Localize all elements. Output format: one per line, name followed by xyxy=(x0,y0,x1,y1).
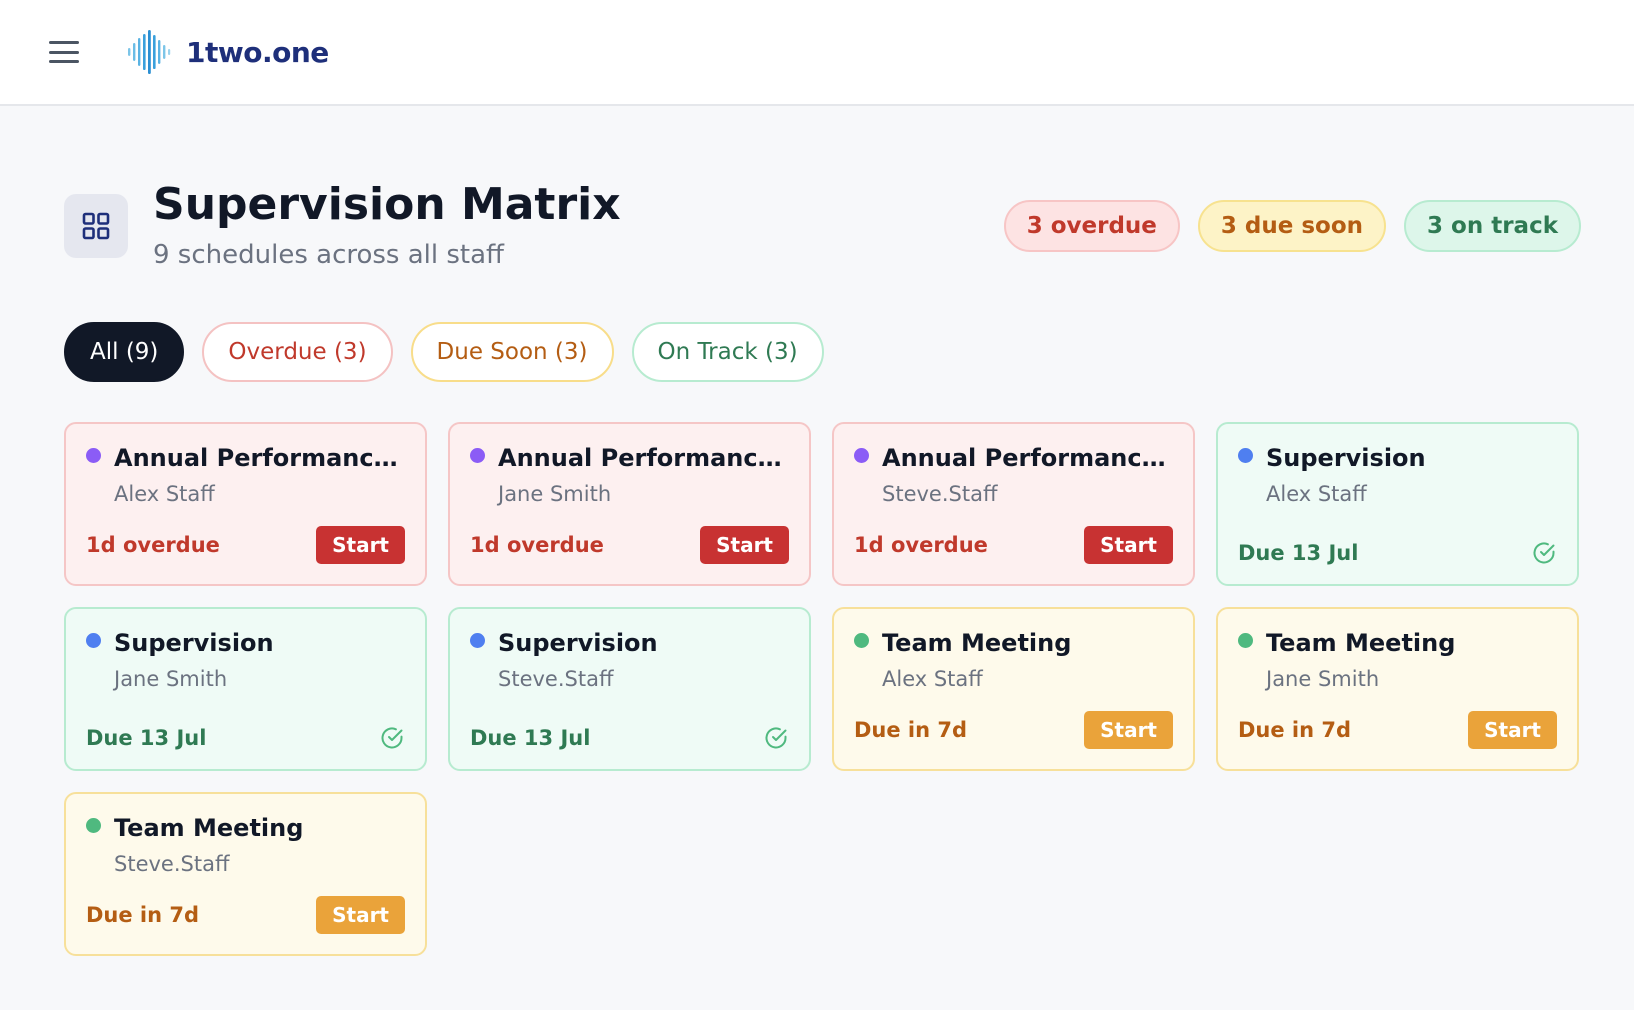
status-dot-icon xyxy=(854,447,869,463)
schedule-card[interactable]: Annual Performance Re... Steve.Staff 1d … xyxy=(832,422,1195,586)
filter-overdue-button[interactable]: Overdue (3) xyxy=(202,322,393,382)
status-dot-icon xyxy=(470,632,485,648)
main-content: Supervision Matrix 9 schedules across al… xyxy=(0,106,1634,956)
brand-name: 1two.one xyxy=(186,35,329,69)
start-button[interactable]: Start xyxy=(316,526,405,564)
card-title: Team Meeting xyxy=(1266,629,1456,657)
card-staff-name: Steve.Staff xyxy=(498,667,614,691)
filter-all-button[interactable]: All (9) xyxy=(64,322,185,382)
status-dot-icon xyxy=(86,632,101,648)
schedule-cards-grid: Annual Performance Re... Alex Staff 1d o… xyxy=(64,422,1581,956)
schedule-card[interactable]: Team Meeting Alex Staff Due in 7d Start xyxy=(832,607,1195,771)
card-title: Annual Performance Re... xyxy=(114,444,405,472)
start-button[interactable]: Start xyxy=(316,896,405,934)
card-title: Supervision xyxy=(114,629,274,657)
card-due-status: Due in 7d xyxy=(1238,718,1352,742)
start-button[interactable]: Start xyxy=(1084,711,1173,749)
card-title: Team Meeting xyxy=(882,629,1072,657)
filter-on-track-button[interactable]: On Track (3) xyxy=(631,322,824,382)
card-due-status: 1d overdue xyxy=(854,533,988,557)
schedule-card[interactable]: Annual Performance Re... Jane Smith 1d o… xyxy=(448,422,811,586)
status-dot-icon xyxy=(1238,447,1253,463)
card-due-status: Due in 7d xyxy=(854,718,968,742)
page-subtitle: 9 schedules across all staff xyxy=(153,240,504,270)
card-title: Supervision xyxy=(1266,444,1426,472)
status-dot-icon xyxy=(854,632,869,648)
card-title: Supervision xyxy=(498,629,658,657)
check-circle-icon xyxy=(765,727,787,749)
soundwave-logo-icon xyxy=(128,30,171,74)
card-staff-name: Jane Smith xyxy=(1266,667,1380,691)
schedule-card[interactable]: Team Meeting Steve.Staff Due in 7d Start xyxy=(64,792,427,956)
card-due-status: Due in 7d xyxy=(86,903,200,927)
page-header: Supervision Matrix 9 schedules across al… xyxy=(64,178,1581,270)
check-circle-icon xyxy=(381,727,403,749)
card-staff-name: Steve.Staff xyxy=(882,482,998,506)
grid-icon xyxy=(64,194,128,258)
start-button[interactable]: Start xyxy=(1468,711,1557,749)
schedule-card[interactable]: Supervision Alex Staff Due 13 Jul xyxy=(1216,422,1579,586)
status-dot-icon xyxy=(470,447,485,463)
due-soon-count-badge: 3 due soon xyxy=(1197,200,1387,252)
hamburger-menu-icon[interactable] xyxy=(46,37,82,67)
filter-due-soon-button[interactable]: Due Soon (3) xyxy=(410,322,614,382)
status-dot-icon xyxy=(86,817,101,833)
card-title: Annual Performance Re... xyxy=(882,444,1173,472)
overdue-count-badge: 3 overdue xyxy=(1003,200,1180,252)
status-dot-icon xyxy=(86,447,101,463)
card-title: Team Meeting xyxy=(114,814,304,842)
card-due-status: 1d overdue xyxy=(470,533,604,557)
card-staff-name: Steve.Staff xyxy=(114,852,230,876)
card-due-status: Due 13 Jul xyxy=(470,726,591,750)
card-staff-name: Alex Staff xyxy=(1266,482,1367,506)
card-due-status: 1d overdue xyxy=(86,533,220,557)
schedule-card[interactable]: Supervision Jane Smith Due 13 Jul xyxy=(64,607,427,771)
status-dot-icon xyxy=(1238,632,1253,648)
card-staff-name: Jane Smith xyxy=(114,667,228,691)
page-title: Supervision Matrix xyxy=(153,179,621,230)
card-due-status: Due 13 Jul xyxy=(1238,541,1359,565)
card-staff-name: Jane Smith xyxy=(498,482,612,506)
summary-badges: 3 overdue 3 due soon 3 on track xyxy=(1003,200,1581,252)
check-circle-icon xyxy=(1533,542,1555,564)
schedule-card[interactable]: Team Meeting Jane Smith Due in 7d Start xyxy=(1216,607,1579,771)
filter-tabs: All (9) Overdue (3) Due Soon (3) On Trac… xyxy=(64,322,1581,382)
card-due-status: Due 13 Jul xyxy=(86,726,207,750)
start-button[interactable]: Start xyxy=(700,526,789,564)
schedule-card[interactable]: Annual Performance Re... Alex Staff 1d o… xyxy=(64,422,427,586)
card-staff-name: Alex Staff xyxy=(114,482,215,506)
card-staff-name: Alex Staff xyxy=(882,667,983,691)
schedule-card[interactable]: Supervision Steve.Staff Due 13 Jul xyxy=(448,607,811,771)
start-button[interactable]: Start xyxy=(1084,526,1173,564)
brand[interactable]: 1two.one xyxy=(126,29,329,75)
card-title: Annual Performance Re... xyxy=(498,444,789,472)
on-track-count-badge: 3 on track xyxy=(1404,200,1581,252)
top-bar: 1two.one xyxy=(0,0,1634,106)
